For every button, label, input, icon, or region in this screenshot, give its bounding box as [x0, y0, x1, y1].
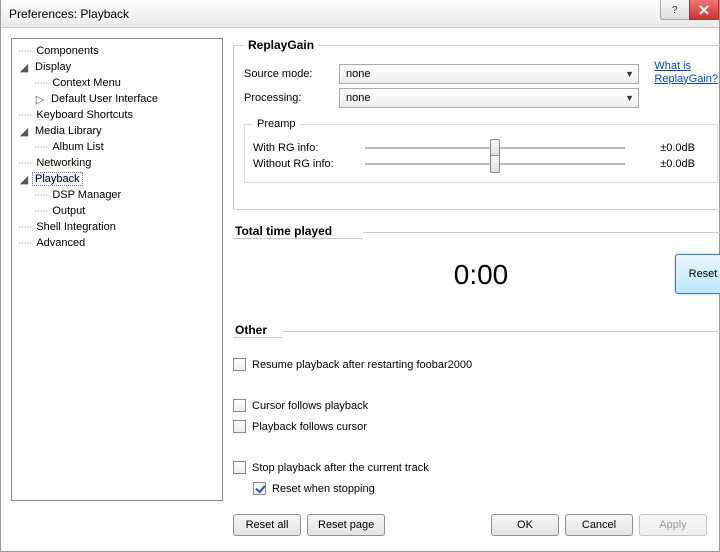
dialog-button-bar: Reset all Reset page OK Cancel Apply — [233, 511, 713, 539]
other-legend: Other — [233, 323, 283, 338]
help-button[interactable]: ? — [660, 0, 690, 20]
total-time-group: Total time played 0:00 Reset — [233, 224, 720, 309]
with-rg-slider[interactable] — [365, 147, 625, 149]
triangle-right-icon[interactable]: ▷ — [34, 93, 46, 106]
preamp-legend: Preamp — [253, 118, 300, 130]
reset-when-stopping-checkbox[interactable]: Reset when stopping — [253, 482, 720, 495]
tree-item-context-menu[interactable]: ·····Context Menu — [30, 75, 220, 91]
tree-item-playback[interactable]: ◢Playback — [14, 171, 220, 187]
triangle-down-icon[interactable]: ◢ — [18, 173, 30, 186]
what-is-replaygain-link[interactable]: What is ReplayGain? — [654, 60, 718, 112]
tree-item-album-list[interactable]: ·····Album List — [30, 139, 220, 155]
checkbox-checked-icon — [253, 482, 266, 495]
window-title: Preferences: Playback — [9, 7, 129, 21]
chevron-down-icon: ▼ — [625, 93, 634, 103]
checkbox-icon — [233, 461, 246, 474]
tree-item-display[interactable]: ◢Display — [14, 59, 220, 75]
playback-follows-checkbox[interactable]: Playback follows cursor — [233, 420, 720, 433]
nav-tree[interactable]: ·····Components ◢Display ·····Context Me… — [11, 38, 223, 501]
replaygain-group: ReplayGain Source mode: none ▼ Processin… — [233, 38, 720, 210]
cancel-button[interactable]: Cancel — [565, 514, 633, 536]
total-time-value: 0:00 — [233, 245, 720, 309]
source-mode-label: Source mode: — [244, 68, 339, 80]
tree-item-default-ui[interactable]: ▷Default User Interface — [30, 91, 220, 107]
without-rg-label: Without RG info: — [253, 158, 355, 170]
with-rg-label: With RG info: — [253, 142, 355, 154]
tree-item-advanced[interactable]: ·····Advanced — [14, 235, 220, 251]
tree-item-keyboard-shortcuts[interactable]: ·····Keyboard Shortcuts — [14, 107, 220, 123]
reset-all-button[interactable]: Reset all — [233, 514, 301, 536]
total-time-legend: Total time played — [233, 224, 363, 239]
title-bar: Preferences: Playback ? — [1, 0, 719, 28]
apply-button[interactable]: Apply — [639, 514, 707, 536]
without-rg-slider[interactable] — [365, 163, 625, 165]
close-button[interactable] — [689, 0, 719, 20]
tree-item-dsp-manager[interactable]: ·····DSP Manager — [30, 187, 220, 203]
replaygain-legend: ReplayGain — [244, 38, 318, 52]
source-mode-select[interactable]: none ▼ — [339, 64, 639, 84]
processing-label: Processing: — [244, 92, 339, 104]
with-rg-value: ±0.0dB — [635, 142, 695, 154]
checkbox-icon — [233, 420, 246, 433]
tree-item-media-library[interactable]: ◢Media Library — [14, 123, 220, 139]
svg-text:?: ? — [671, 5, 677, 15]
checkbox-icon — [233, 399, 246, 412]
tree-item-components[interactable]: ·····Components — [14, 43, 220, 59]
cursor-follows-checkbox[interactable]: Cursor follows playback — [233, 399, 720, 412]
chevron-down-icon: ▼ — [625, 69, 634, 79]
checkbox-icon — [233, 358, 246, 371]
preamp-group: Preamp With RG info: ±0.0dB Without RG i… — [244, 118, 718, 183]
resume-playback-checkbox[interactable]: Resume playback after restarting foobar2… — [233, 358, 720, 371]
reset-page-button[interactable]: Reset page — [307, 514, 385, 536]
triangle-down-icon[interactable]: ◢ — [18, 125, 30, 138]
triangle-down-icon[interactable]: ◢ — [18, 61, 30, 74]
reset-time-button[interactable]: Reset — [675, 254, 720, 294]
tree-item-networking[interactable]: ·····Networking — [14, 155, 220, 171]
tree-item-output[interactable]: ·····Output — [30, 203, 220, 219]
without-rg-value: ±0.0dB — [635, 158, 695, 170]
other-group: Other Resume playback after restarting f… — [233, 323, 720, 495]
tree-item-shell-integration[interactable]: ·····Shell Integration — [14, 219, 220, 235]
processing-select[interactable]: none ▼ — [339, 88, 639, 108]
ok-button[interactable]: OK — [491, 514, 559, 536]
stop-after-track-checkbox[interactable]: Stop playback after the current track — [233, 461, 720, 474]
